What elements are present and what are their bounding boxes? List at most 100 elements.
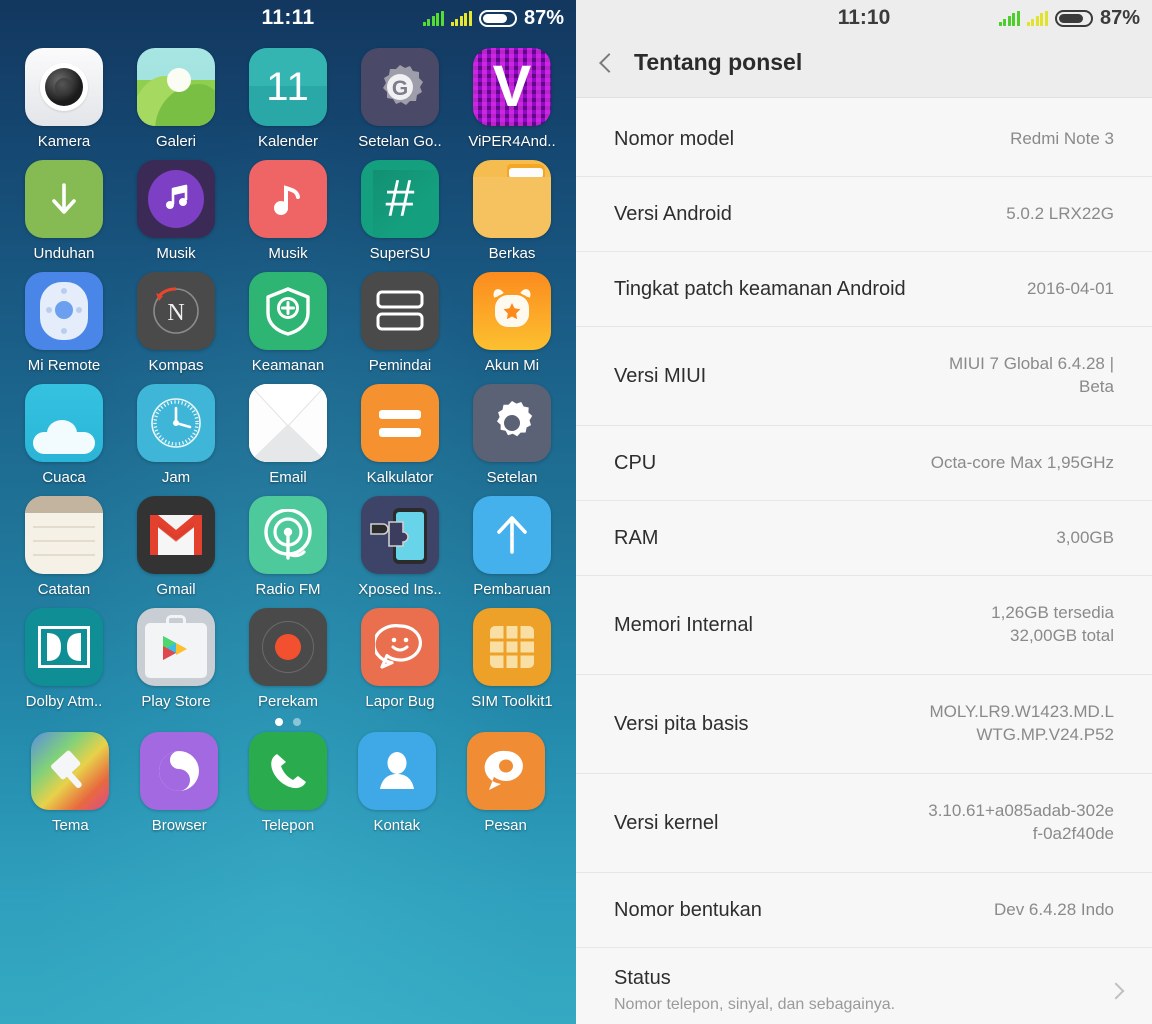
app-setelan-google[interactable]: G Setelan Go.. — [344, 48, 456, 150]
app-email[interactable]: Email — [232, 384, 344, 486]
person-shape — [379, 752, 414, 789]
app-telepon[interactable]: Telepon — [234, 732, 343, 834]
app-unduhan[interactable]: Unduhan — [8, 160, 120, 262]
compass-icon: N — [137, 272, 215, 350]
table-row[interactable]: Versi MIUI MIUI 7 Global 6.4.28 | Beta — [576, 327, 1152, 426]
sim-toolkit-icon — [473, 608, 551, 686]
table-row[interactable]: Versi Android 5.0.2 LRX22G — [576, 177, 1152, 252]
app-label: Akun Mi — [484, 357, 540, 374]
home-screen: 11:11 87% Kamera Galeri 11 Kalender G Se… — [0, 0, 576, 1024]
app-keamanan[interactable]: Keamanan — [232, 272, 344, 374]
settings-screen: 11:10 87% Tentang ponsel Nomor model Red… — [576, 0, 1152, 1024]
app-perekam[interactable]: Perekam — [232, 608, 344, 710]
xposed-installer-icon — [361, 496, 439, 574]
table-row[interactable]: Versi pita basis MOLY.LR9.W1423.MD.L WTG… — [576, 675, 1152, 774]
signal-bars-icon-2 — [1026, 10, 1048, 26]
app-sim-toolkit[interactable]: SIM Toolkit1 — [456, 608, 568, 710]
app-label: Play Store — [141, 693, 211, 710]
camera-icon — [25, 48, 103, 126]
table-row[interactable]: Nomor model Redmi Note 3 — [576, 102, 1152, 177]
app-kontak[interactable]: Kontak — [342, 732, 451, 834]
app-tema[interactable]: Tema — [16, 732, 125, 834]
battery-percent: 87% — [1099, 6, 1140, 29]
table-row[interactable]: CPU Octa-core Max 1,95GHz — [576, 426, 1152, 501]
app-kompas[interactable]: N Kompas — [120, 272, 232, 374]
app-kalkulator[interactable]: Kalkulator — [344, 384, 456, 486]
row-key: Versi kernel — [614, 811, 719, 834]
app-jam[interactable]: Jam — [120, 384, 232, 486]
themes-brush-icon — [31, 732, 110, 810]
app-mi-remote[interactable]: Mi Remote — [8, 272, 120, 374]
app-label: Unduhan — [33, 245, 95, 262]
app-label: Dolby Atm.. — [25, 693, 103, 710]
app-label: Email — [269, 469, 307, 486]
analog-clock-shape — [151, 398, 201, 448]
app-musik-player[interactable]: Musik — [120, 160, 232, 262]
app-catatan[interactable]: Catatan — [8, 496, 120, 598]
down-arrow-shape — [52, 183, 76, 214]
chevron-right-icon[interactable] — [1107, 982, 1125, 999]
table-row[interactable]: Versi kernel 3.10.61+a085adab-302e f-0a2… — [576, 774, 1152, 873]
app-kamera[interactable]: Kamera — [8, 48, 120, 150]
table-row[interactable]: RAM 3,00GB — [576, 501, 1152, 576]
smiley-bubble-shape — [375, 624, 422, 669]
up-arrow-shape — [497, 516, 527, 554]
app-label: Catatan — [37, 581, 91, 598]
app-label: Telepon — [261, 817, 315, 834]
signal-bars-icon-1 — [998, 10, 1020, 26]
table-row[interactable]: Memori Internal 1,26GB tersedia 32,00GB … — [576, 576, 1152, 675]
app-browser[interactable]: Browser — [125, 732, 234, 834]
page-indicator[interactable] — [0, 718, 576, 726]
app-label: SIM Toolkit1 — [471, 693, 553, 710]
app-label: Lapor Bug — [365, 693, 435, 710]
status-row-subtitle: Nomor telepon, sinyal, dan sebagainya. — [614, 996, 896, 1013]
row-value: MIUI 7 Global 6.4.28 | Beta — [948, 354, 1114, 396]
chevron-left-icon[interactable] — [599, 52, 619, 73]
row-value: Octa-core Max 1,95GHz — [930, 452, 1114, 472]
mi-remote-icon — [25, 272, 103, 350]
app-kalender[interactable]: 11 Kalender — [232, 48, 344, 150]
svg-text:N: N — [167, 300, 184, 326]
app-label: Browser — [151, 817, 207, 834]
signal-bars-icon-2 — [450, 10, 472, 26]
battery-icon — [478, 9, 517, 27]
app-label: ViPER4And.. — [468, 133, 556, 150]
app-supersu[interactable]: # SuperSU — [344, 160, 456, 262]
app-xposed-installer[interactable]: Xposed Ins.. — [344, 496, 456, 598]
gear-shape: G — [383, 65, 423, 105]
dock: Tema Browser Telepon Kontak Pesan — [0, 732, 576, 834]
settings-row-status[interactable]: Status Nomor telepon, sinyal, dan sebaga… — [576, 948, 1152, 1024]
app-viper4android[interactable]: V ViPER4And.. — [456, 48, 568, 150]
calendar-icon: 11 — [249, 48, 327, 126]
gear-shape — [497, 401, 533, 437]
app-label: Cuaca — [42, 469, 86, 486]
app-galeri[interactable]: Galeri — [120, 48, 232, 150]
app-akun-mi[interactable]: Akun Mi — [456, 272, 568, 374]
viper4android-icon: V — [473, 48, 551, 126]
app-pesan[interactable]: Pesan — [451, 732, 560, 834]
app-label: SuperSU — [369, 245, 431, 262]
status-indicators: 87% — [422, 7, 564, 30]
app-label: Radio FM — [255, 581, 321, 598]
app-musik-miui[interactable]: Musik — [232, 160, 344, 262]
app-label: Kompas — [148, 357, 204, 374]
app-play-store[interactable]: Play Store — [120, 608, 232, 710]
app-cuaca[interactable]: Cuaca — [8, 384, 120, 486]
app-setelan[interactable]: Setelan — [456, 384, 568, 486]
app-pembaruan[interactable]: Pembaruan — [456, 496, 568, 598]
app-dolby-atmos[interactable]: Dolby Atm.. — [8, 608, 120, 710]
table-row[interactable]: Nomor bentukan Dev 6.4.28 Indo — [576, 873, 1152, 948]
app-gmail[interactable]: Gmail — [120, 496, 232, 598]
app-lapor-bug[interactable]: Lapor Bug — [344, 608, 456, 710]
app-radio-fm[interactable]: Radio FM — [232, 496, 344, 598]
dolby-double-d-shape — [38, 626, 90, 668]
table-row[interactable]: Tingkat patch keamanan Android 2016-04-0… — [576, 252, 1152, 327]
app-berkas[interactable]: Berkas — [456, 160, 568, 262]
app-pemindai[interactable]: Pemindai — [344, 272, 456, 374]
settings-status-bar: 11:10 87% — [576, 0, 1152, 36]
compass-dial-shape: N — [153, 287, 199, 334]
page-dot-2[interactable] — [293, 718, 301, 726]
page-dot-1[interactable] — [275, 718, 283, 726]
dolby-atmos-icon — [25, 608, 103, 686]
settings-title-bar: Tentang ponsel — [576, 36, 1152, 98]
